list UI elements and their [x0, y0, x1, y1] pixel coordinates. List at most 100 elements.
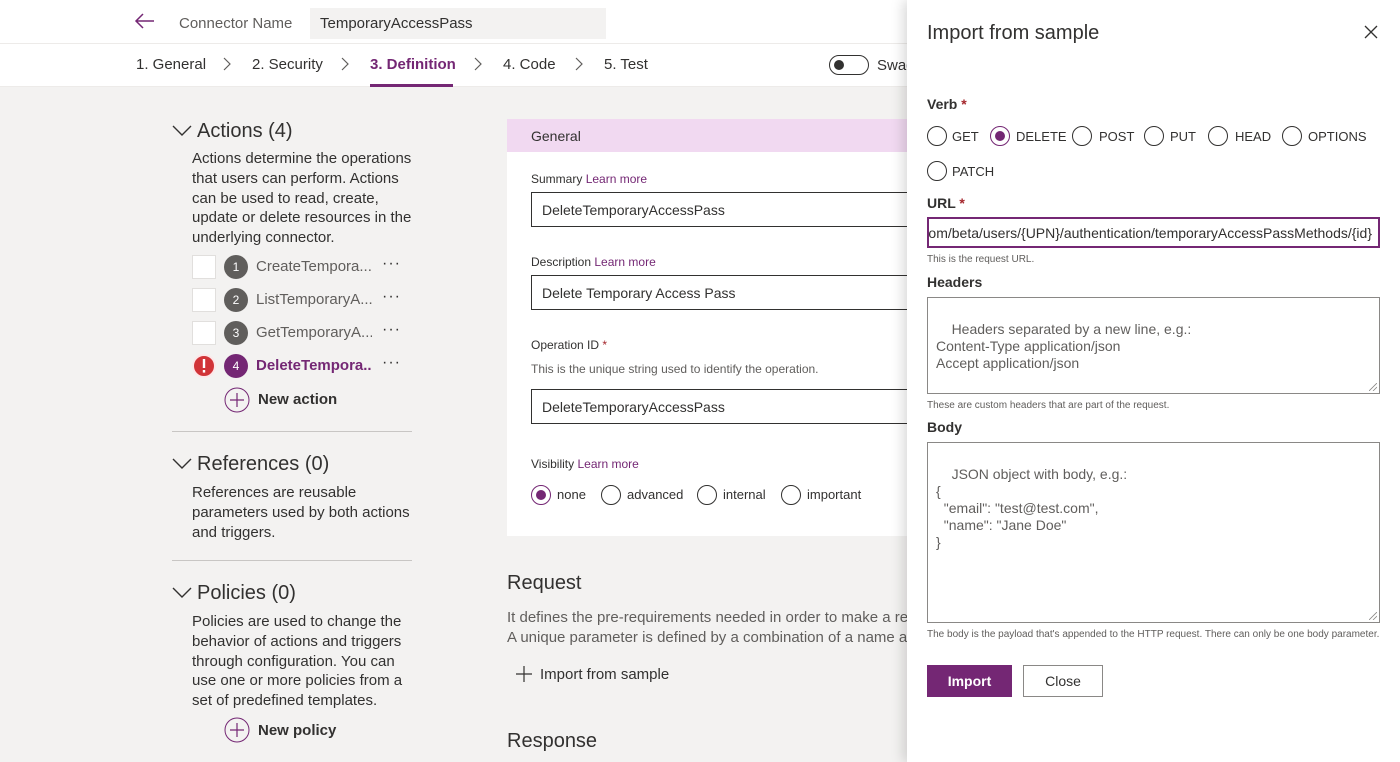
operation-id-label: Operation ID * [531, 338, 608, 352]
references-description: References are reusable parameters used … [192, 484, 410, 541]
required-mark: * [961, 96, 967, 112]
learn-more-link[interactable]: Learn more [577, 457, 638, 471]
chevron-right-icon [223, 57, 231, 71]
operation-id-input[interactable]: DeleteTemporaryAccessPass [531, 389, 907, 424]
url-label: URL * [927, 195, 965, 211]
verb-head-radio[interactable] [1208, 126, 1228, 146]
new-policy-button[interactable]: New policy [258, 722, 336, 739]
chevron-right-icon [575, 57, 583, 71]
request-description-line: A unique parameter is defined by a combi… [507, 629, 907, 646]
radio-label: PATCH [952, 164, 995, 179]
import-button[interactable]: Import [927, 665, 1012, 697]
add-icon[interactable] [224, 717, 250, 743]
resize-handle-icon[interactable] [1369, 383, 1377, 391]
more-options-icon[interactable]: ··· [382, 354, 401, 372]
radio-label: DELETE [1016, 129, 1067, 144]
learn-more-link[interactable]: Learn more [594, 255, 655, 269]
summary-input[interactable]: DeleteTemporaryAccessPass [531, 192, 907, 227]
references-title: References (0) [197, 453, 330, 475]
more-options-icon[interactable]: ··· [382, 255, 401, 273]
action-number-badge: 2 [224, 288, 248, 312]
chevron-down-icon[interactable] [172, 124, 192, 138]
action-checkbox[interactable] [192, 255, 216, 279]
radio-label: HEAD [1235, 129, 1272, 144]
action-item[interactable]: 1 CreateTempora... ··· [192, 255, 412, 281]
required-mark: * [959, 195, 965, 211]
error-icon [192, 354, 216, 378]
connector-name-input[interactable] [310, 8, 606, 39]
step-general[interactable]: 1. General [136, 56, 206, 73]
verb-put-radio[interactable] [1144, 126, 1164, 146]
divider [172, 560, 412, 561]
radio-label: internal [723, 487, 766, 502]
url-input[interactable]: om/beta/users/{UPN}/authentication/tempo… [927, 217, 1380, 248]
radio-label: none [557, 487, 586, 502]
swagger-editor-toggle[interactable] [829, 55, 869, 75]
chevron-right-icon [474, 57, 482, 71]
learn-more-link[interactable]: Learn more [586, 172, 647, 186]
add-icon[interactable] [224, 387, 250, 413]
radio-label: PUT [1170, 129, 1196, 144]
required-mark: * [602, 338, 608, 352]
plus-icon[interactable] [515, 665, 533, 683]
body-hint: The body is the payload that's appended … [927, 629, 1380, 640]
close-icon[interactable] [1364, 25, 1378, 39]
body-label: Body [927, 419, 962, 435]
back-arrow-icon[interactable] [134, 10, 156, 32]
visibility-important-radio[interactable] [781, 485, 801, 505]
policies-title: Policies (0) [197, 582, 296, 604]
general-card-header: General [507, 119, 907, 152]
action-name[interactable]: ListTemporaryA... [256, 291, 372, 308]
operation-id-hint: This is the unique string used to identi… [531, 362, 819, 376]
step-code[interactable]: 4. Code [503, 56, 556, 73]
more-options-icon[interactable]: ··· [382, 288, 401, 306]
url-hint: This is the request URL. [927, 254, 1035, 265]
resize-handle-icon[interactable] [1369, 612, 1377, 620]
visibility-advanced-radio[interactable] [601, 485, 621, 505]
request-title: Request [507, 572, 582, 594]
verb-options-radio[interactable] [1282, 126, 1302, 146]
action-number-badge: 3 [224, 321, 248, 345]
step-test[interactable]: 5. Test [604, 56, 648, 73]
visibility-radio-group: none advanced internal important [531, 485, 907, 507]
action-checkbox[interactable] [192, 321, 216, 345]
chevron-right-icon [341, 57, 349, 71]
description-input[interactable]: Delete Temporary Access Pass [531, 275, 907, 310]
action-item-selected[interactable]: 4 DeleteTempora... ··· [192, 354, 412, 380]
radio-label: GET [952, 129, 979, 144]
visibility-internal-radio[interactable] [697, 485, 717, 505]
action-checkbox[interactable] [192, 288, 216, 312]
active-step-underline [370, 84, 453, 87]
chevron-down-icon[interactable] [172, 457, 192, 471]
headers-hint: These are custom headers that are part o… [927, 400, 1170, 411]
summary-label: Summary Learn more [531, 172, 648, 186]
verb-post-radio[interactable] [1072, 126, 1092, 146]
action-name[interactable]: CreateTempora... [256, 258, 372, 275]
description-label: Description Learn more [531, 255, 656, 269]
chevron-down-icon[interactable] [172, 586, 192, 600]
policies-description: Policies are used to change the behavior… [192, 613, 403, 710]
body-textarea[interactable]: JSON object with body, e.g.: { "email": … [927, 442, 1380, 623]
verb-get-radio[interactable] [927, 126, 947, 146]
general-card: General Summary Learn more DeleteTempora… [507, 119, 907, 536]
more-options-icon[interactable]: ··· [382, 321, 401, 339]
action-name[interactable]: DeleteTempora... [256, 357, 372, 374]
verb-delete-radio[interactable] [990, 126, 1010, 146]
step-definition[interactable]: 3. Definition [370, 56, 456, 73]
headers-textarea[interactable]: Headers separated by a new line, e.g.: C… [927, 297, 1380, 394]
verb-patch-radio[interactable] [927, 161, 947, 181]
actions-description: Actions determine the operations that us… [192, 150, 412, 247]
import-from-sample-panel: Import from sample Verb * GET DELETE POS… [907, 0, 1400, 762]
new-action-button[interactable]: New action [258, 391, 337, 408]
action-item[interactable]: 2 ListTemporaryA... ··· [192, 288, 412, 314]
radio-label: OPTIONS [1308, 129, 1367, 144]
action-name[interactable]: GetTemporaryA... [256, 324, 372, 341]
action-item[interactable]: 3 GetTemporaryA... ··· [192, 321, 412, 347]
import-from-sample-link[interactable]: Import from sample [540, 666, 669, 683]
radio-label: POST [1099, 129, 1135, 144]
step-security[interactable]: 2. Security [252, 56, 323, 73]
general-card-title: General [531, 128, 581, 144]
visibility-none-radio[interactable] [531, 485, 551, 505]
close-button[interactable]: Close [1023, 665, 1103, 697]
action-number-badge: 4 [224, 354, 248, 378]
